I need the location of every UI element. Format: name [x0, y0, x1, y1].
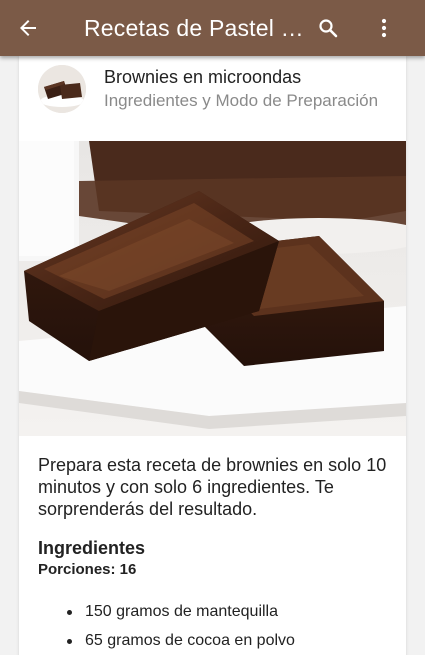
recipe-intro: Prepara esta receta de brownies en solo …	[38, 455, 387, 519]
more-vert-icon	[381, 18, 387, 38]
search-icon	[319, 19, 338, 38]
bullet	[67, 639, 72, 644]
brownies-photo	[19, 141, 406, 436]
ingredients-heading: Ingredientes	[38, 538, 146, 558]
app-title: Recetas de Pastel de Chocolate	[84, 14, 314, 41]
bullet	[67, 610, 72, 615]
app-bar: Recetas de Pastel de Chocolate	[0, 0, 425, 56]
ingredient-item: 150 gramos de mantequilla	[38, 602, 390, 631]
recipe-avatar	[38, 65, 86, 113]
ingredient-item: 65 gramos de cocoa en polvo	[38, 631, 390, 655]
card-header[interactable]: Brownies en microondas Ingredientes y Mo…	[19, 56, 406, 141]
overflow-menu-button[interactable]	[364, 8, 404, 48]
recipe-card: Brownies en microondas Ingredientes y Mo…	[19, 56, 406, 655]
ingredients-list: 150 gramos de mantequilla 65 gramos de c…	[38, 602, 390, 655]
recipe-content: Prepara esta receta de brownies en solo …	[38, 454, 390, 655]
ingredient-text: 150 gramos de mantequilla	[85, 603, 279, 620]
ingredient-text: 65 gramos de cocoa en polvo	[85, 632, 295, 649]
arrow-left-icon	[20, 20, 36, 36]
recipe-title: Brownies en microondas	[104, 67, 302, 87]
back-button[interactable]	[0, 0, 56, 56]
recipe-subtitle: Ingredientes y Modo de Preparación	[104, 91, 379, 110]
portions-label: Porciones: 16	[38, 561, 137, 578]
search-button[interactable]	[308, 8, 348, 48]
